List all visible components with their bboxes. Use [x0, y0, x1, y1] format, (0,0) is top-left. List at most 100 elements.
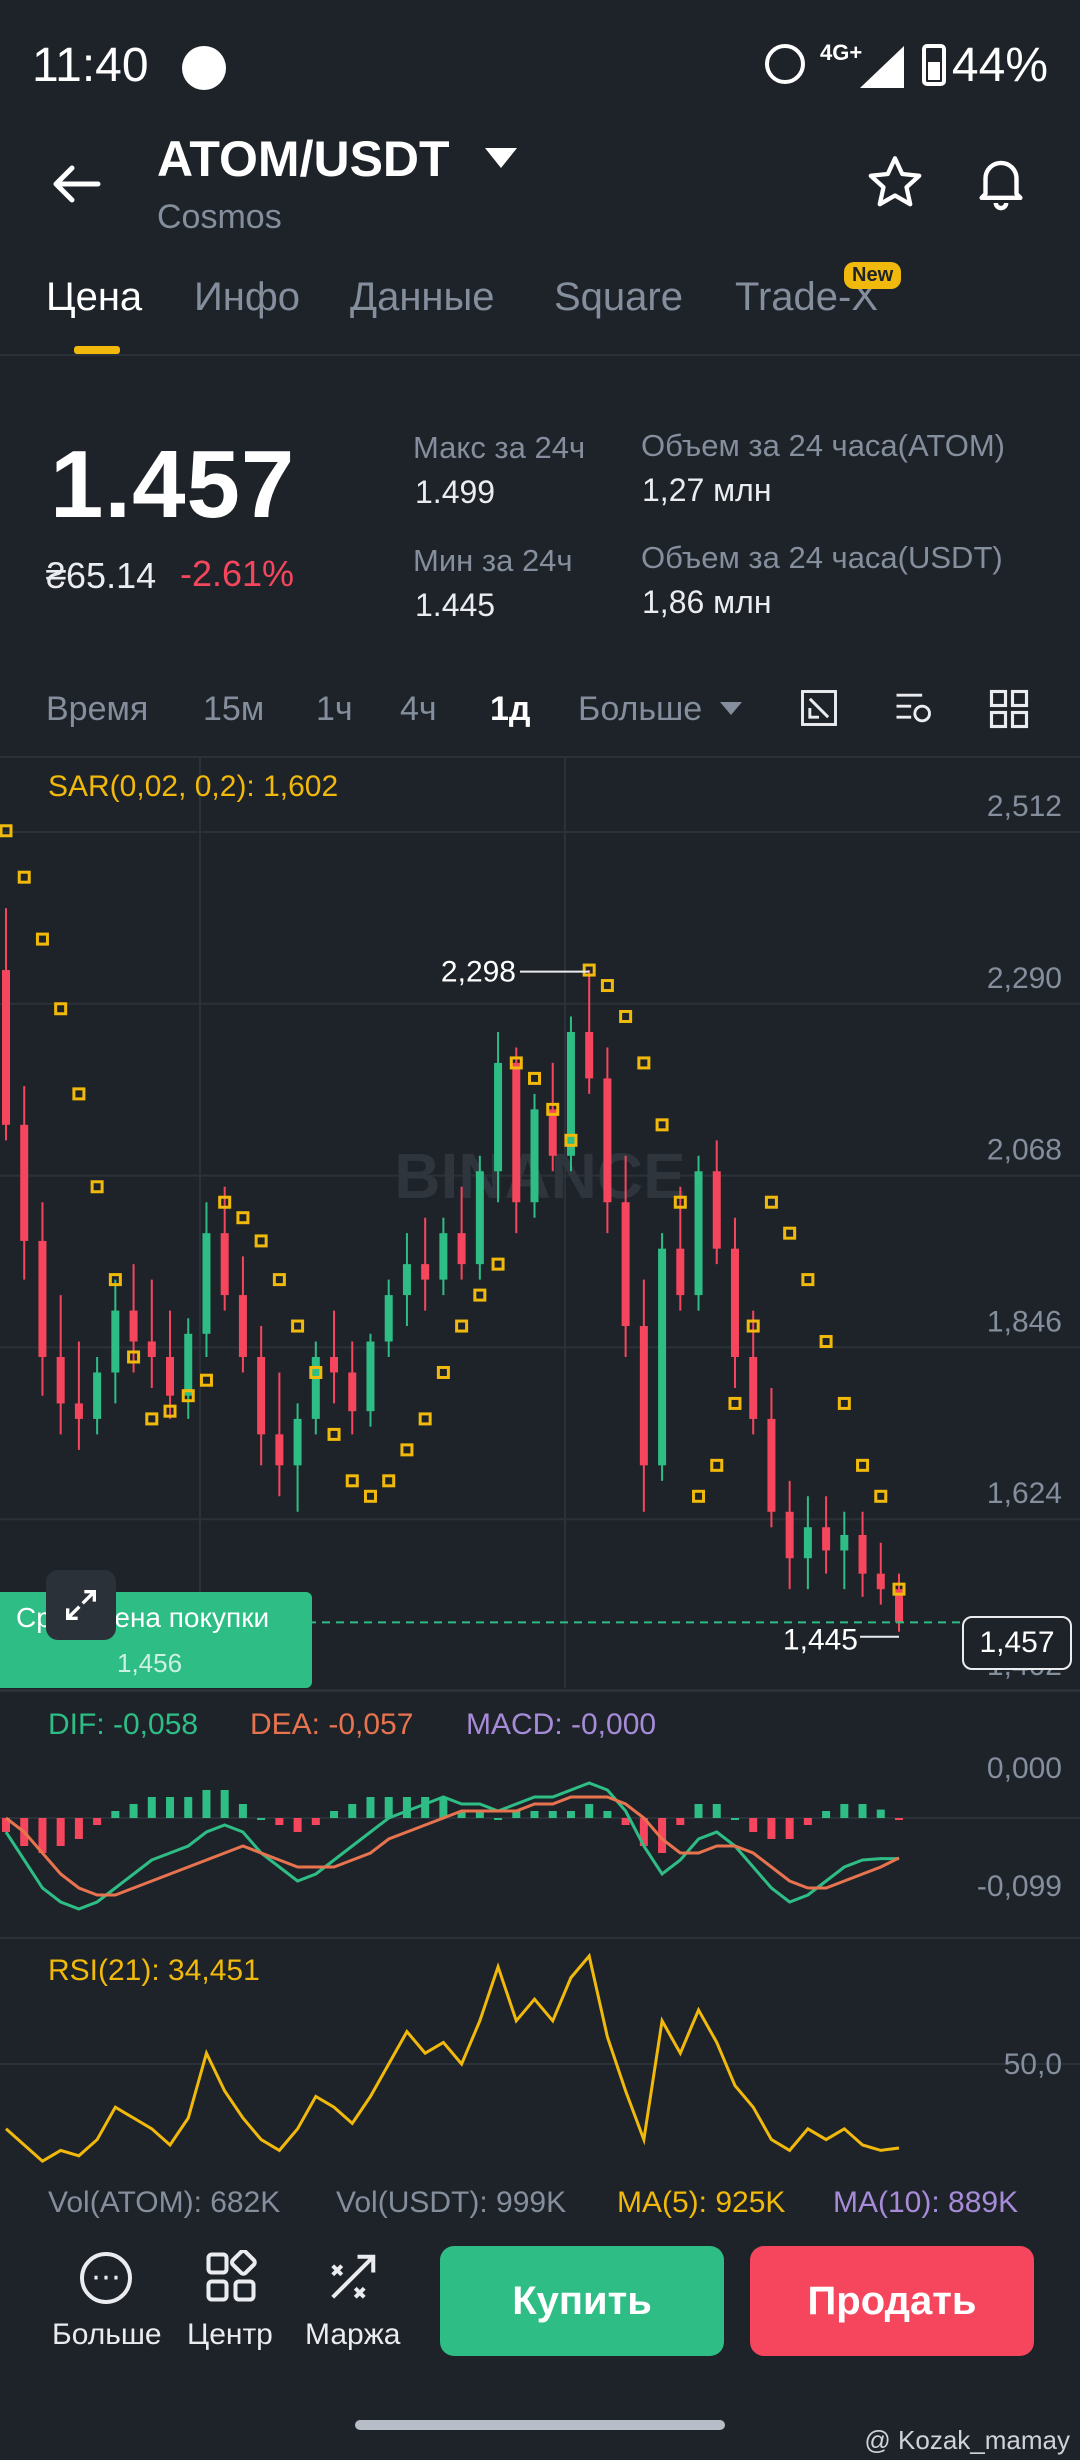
margin-button[interactable]: Маржа [305, 2318, 400, 2352]
sar-dot [145, 1412, 159, 1426]
candle-body [93, 1372, 102, 1419]
y-axis-label: 1,846 [987, 1305, 1062, 1338]
tf-15m[interactable]: 15м [203, 690, 264, 729]
tab-price[interactable]: Цена [46, 275, 142, 320]
candle-body [858, 1534, 867, 1574]
candle-body [676, 1248, 685, 1296]
sar-dot [728, 1396, 742, 1410]
candle-body [803, 1527, 812, 1559]
star-icon[interactable] [865, 152, 925, 212]
macd-histogram-bar [767, 1818, 776, 1839]
macd-histogram-bar [348, 1804, 357, 1818]
macd-histogram-bar [585, 1804, 594, 1818]
more-button[interactable]: Больше [52, 2318, 162, 2352]
sar-dot [819, 1335, 833, 1349]
back-arrow-icon[interactable] [48, 156, 104, 212]
chart-edit-icon[interactable] [797, 686, 841, 730]
sar-dot [692, 1489, 706, 1503]
price-change: -2.61% [180, 553, 295, 594]
sar-dot [710, 1458, 724, 1472]
candle-body [621, 1202, 630, 1327]
macd-histogram-bar [749, 1818, 758, 1832]
buy-button[interactable]: Купить [440, 2246, 724, 2356]
macd-histogram-bar [202, 1790, 211, 1818]
local-price: ₴65.14 [46, 555, 157, 596]
credit-watermark: @ Kozak_mamay [864, 2425, 1070, 2455]
last-price: 1.457 [50, 431, 296, 538]
candle-body [220, 1233, 229, 1296]
vol-usdt-ind: Vol(USDT): 999K [336, 2186, 567, 2219]
candle-body [639, 1326, 648, 1466]
expand-chart-icon[interactable] [46, 1570, 116, 1640]
tf-time[interactable]: Время [46, 690, 148, 729]
y-axis-label: 2,290 [987, 962, 1062, 995]
tf-more[interactable]: Больше [578, 690, 702, 729]
y-axis-label: 2,512 [987, 790, 1062, 823]
chevron-down-icon[interactable] [485, 148, 517, 170]
candle-body [439, 1233, 448, 1280]
sell-button[interactable]: Продать [750, 2246, 1034, 2356]
macd-histogram-bar [876, 1809, 885, 1818]
macd-histogram-bar [822, 1811, 831, 1818]
candle-body [202, 1233, 211, 1334]
macd-histogram-bar [895, 1818, 903, 1820]
sar-dot [254, 1234, 268, 1248]
sar-dot [345, 1474, 359, 1488]
candle-body [421, 1264, 430, 1280]
macd-histogram-bar [858, 1804, 867, 1818]
more-icon[interactable]: ⋯ [80, 2252, 132, 2304]
sar-dot [874, 1489, 888, 1503]
y-axis-label: 1,624 [987, 1477, 1062, 1510]
vol-usdt-label: Объем за 24 часа(USDT) [641, 540, 1003, 575]
candle-body [74, 1403, 83, 1419]
grid-layout-icon[interactable] [988, 688, 1030, 730]
sar-dot [473, 1288, 487, 1302]
tab-square[interactable]: Square [554, 275, 683, 320]
macd-histogram-bar [257, 1818, 266, 1820]
margin-icon[interactable] [326, 2250, 380, 2304]
vol-atom-ind: Vol(ATOM): 682K [48, 2186, 281, 2219]
center-button[interactable]: Центр [187, 2318, 273, 2352]
sar-dot [72, 1087, 86, 1101]
pair-subtitle: Cosmos [157, 198, 282, 236]
macd-histogram-bar [676, 1818, 685, 1825]
indicator-settings-icon[interactable] [890, 686, 936, 730]
battery-percent: 44% [951, 39, 1048, 92]
status-time: 11:40 [32, 39, 149, 92]
macd-histogram-bar [785, 1818, 794, 1839]
tf-4h[interactable]: 4ч [400, 690, 437, 729]
macd-value-label: MACD: -0,000 [466, 1708, 657, 1741]
macd-histogram-bar [712, 1804, 721, 1818]
sar-dot [528, 1071, 542, 1085]
low-value: 1.445 [415, 587, 496, 623]
sar-dot [801, 1273, 815, 1287]
sar-label: SAR(0,02, 0,2): 1,602 [48, 770, 339, 803]
tab-data[interactable]: Данные [350, 275, 495, 320]
candle-body [111, 1310, 120, 1373]
pair-title[interactable]: ATOM/USDT [157, 130, 450, 188]
candle-body [184, 1333, 193, 1396]
home-indicator[interactable] [355, 2420, 725, 2430]
bell-icon[interactable] [970, 150, 1032, 212]
tab-info[interactable]: Инфо [194, 275, 300, 320]
candle-body [530, 1109, 539, 1203]
candle-body [457, 1233, 466, 1265]
candle-body [566, 1031, 575, 1156]
sar-dot [327, 1427, 341, 1441]
candle-body [494, 1062, 503, 1172]
macd-histogram-bar [402, 1797, 411, 1818]
high-value: 1.499 [415, 474, 496, 510]
sar-dot [0, 824, 13, 838]
tf-more-chevron-icon[interactable] [720, 702, 742, 716]
tf-1h[interactable]: 1ч [316, 690, 353, 729]
sar-dot [90, 1180, 104, 1194]
sar-dot [837, 1396, 851, 1410]
tf-1d[interactable]: 1д [490, 690, 531, 729]
expand-arrows-icon [66, 1590, 96, 1620]
vol-atom-value: 1,27 млн [642, 472, 772, 508]
macd-histogram-bar [439, 1797, 448, 1818]
sar-dot [600, 979, 614, 993]
macd-histogram-bar [74, 1818, 83, 1839]
center-icon[interactable] [204, 2250, 258, 2304]
sar-dot [363, 1489, 377, 1503]
